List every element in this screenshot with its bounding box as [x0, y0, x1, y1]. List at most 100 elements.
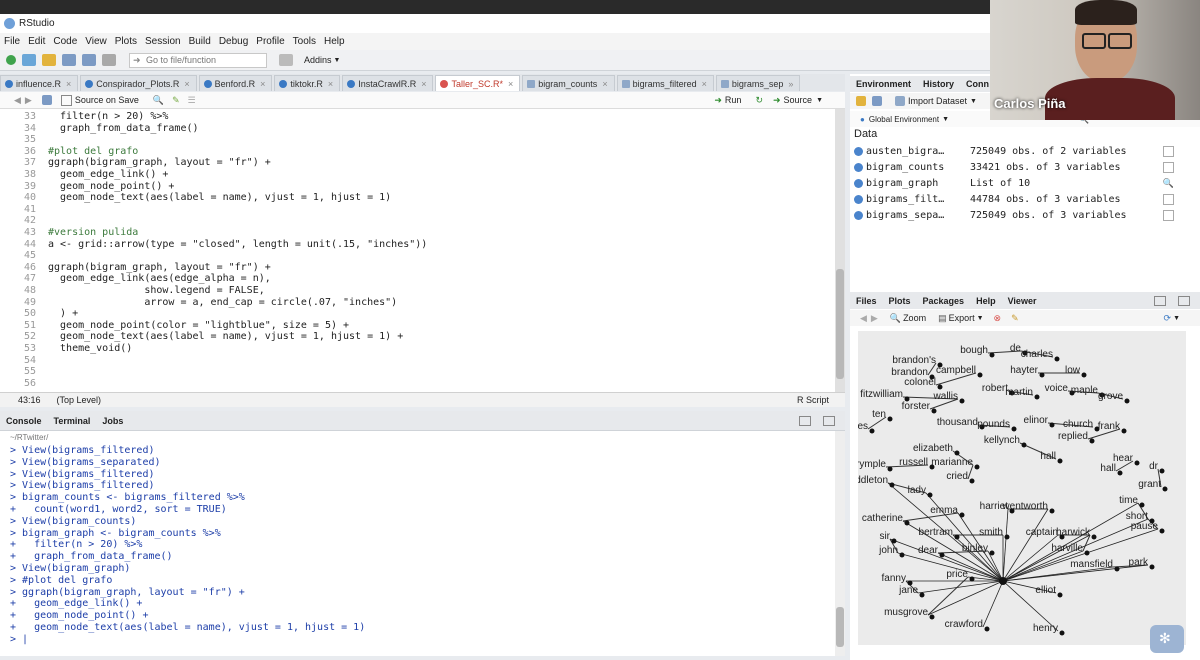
file-type-selector[interactable]: R Script — [797, 395, 829, 405]
menu-code[interactable]: Code — [53, 36, 77, 47]
tab-jobs[interactable]: Jobs — [102, 416, 123, 426]
view-table-icon[interactable] — [1163, 194, 1174, 205]
source-on-save-checkbox[interactable] — [60, 94, 72, 106]
chevron-down-icon[interactable]: ▼ — [816, 97, 823, 104]
view-table-icon[interactable] — [1163, 146, 1174, 157]
maximize-icon[interactable] — [823, 415, 835, 426]
code-editor[interactable]: 33 filter(n > 20) %>% 34 graph_from_data_… — [0, 109, 845, 392]
back-arrow-icon[interactable]: ◀ — [860, 313, 867, 324]
env-row[interactable]: bigram_graph List of 10 🔍 — [854, 176, 1184, 191]
env-row[interactable]: bigram_counts 33421 obs. of 3 variables — [854, 160, 1184, 175]
dataframe-icon[interactable] — [854, 163, 863, 172]
tab-bigrams-filtered[interactable]: bigrams_filtered × — [616, 75, 714, 91]
tab-bigram-counts[interactable]: bigram_counts × — [522, 75, 615, 91]
minimize-icon[interactable] — [799, 415, 811, 426]
env-row[interactable]: austen_bigra… 725049 obs. of 2 variables — [854, 144, 1184, 159]
menu-session[interactable]: Session — [145, 36, 181, 47]
grid-layout-icon[interactable] — [279, 54, 293, 66]
goto-file-input[interactable]: ➜ Go to file/function — [129, 52, 267, 68]
tab-files[interactable]: Files — [856, 296, 877, 306]
print-icon[interactable] — [102, 54, 116, 66]
run-button[interactable]: Run — [725, 95, 742, 105]
scrollbar-thumb[interactable] — [836, 269, 844, 379]
view-table-icon[interactable] — [1163, 162, 1174, 173]
close-icon[interactable]: × — [260, 79, 265, 89]
tab-connections[interactable]: Conn — [966, 79, 989, 89]
menu-view[interactable]: View — [85, 36, 107, 47]
tab-packages[interactable]: Packages — [923, 296, 965, 306]
zoom-button[interactable]: Zoom — [903, 313, 926, 323]
new-project-icon[interactable] — [22, 54, 36, 66]
tab-influence[interactable]: influence.R × — [0, 75, 79, 91]
menu-profile[interactable]: Profile — [256, 36, 284, 47]
maximize-icon[interactable] — [1178, 295, 1190, 306]
tab-benford[interactable]: Benford.R × — [198, 75, 273, 91]
close-icon[interactable]: × — [602, 79, 607, 89]
zoom-app-icon[interactable]: ✻ — [1150, 625, 1184, 653]
tab-plots[interactable]: Plots — [889, 296, 911, 306]
scope-selector[interactable]: (Top Level) — [57, 395, 102, 405]
scrollbar-thumb[interactable] — [836, 607, 844, 647]
plot-viewer[interactable]: brandon's bough de charles brandon campbell co… — [858, 331, 1186, 645]
rerun-icon[interactable]: ↻ — [755, 95, 763, 106]
format-icon[interactable]: ☰ — [188, 95, 196, 106]
tab-bigrams-sep[interactable]: bigrams_sep» — [715, 75, 801, 91]
wand-icon[interactable]: ✎ — [172, 95, 180, 106]
search-icon[interactable]: 🔍 — [153, 95, 164, 106]
env-row[interactable]: bigrams_filt… 44784 obs. of 3 variables — [854, 192, 1184, 207]
list-icon[interactable] — [854, 179, 863, 188]
tab-help[interactable]: Help — [976, 296, 996, 306]
save-icon[interactable] — [62, 54, 76, 66]
tab-terminal[interactable]: Terminal — [54, 416, 91, 426]
menu-plots[interactable]: Plots — [115, 36, 137, 47]
tab-console[interactable]: Console — [6, 416, 42, 426]
view-table-icon[interactable] — [1163, 210, 1174, 221]
close-icon[interactable]: × — [66, 79, 71, 89]
tab-taller-sc[interactable]: Taller_SC.R* × — [435, 75, 521, 91]
tab-viewer[interactable]: Viewer — [1008, 296, 1037, 306]
export-button[interactable]: Export — [949, 313, 975, 323]
more-tabs-icon[interactable]: » — [788, 79, 793, 89]
remove-plot-icon[interactable]: ⊗ — [994, 313, 1002, 324]
menu-debug[interactable]: Debug — [219, 36, 248, 47]
save-all-icon[interactable] — [82, 54, 96, 66]
tab-conspirador[interactable]: Conspirador_Plots.R × — [80, 75, 197, 91]
tab-environment[interactable]: Environment — [856, 79, 911, 89]
tab-history[interactable]: History — [923, 79, 954, 89]
broom-icon[interactable]: ✎ — [1011, 313, 1019, 324]
forward-arrow-icon[interactable]: ▶ — [871, 313, 878, 324]
source-button[interactable]: Source — [784, 95, 813, 105]
dataframe-icon[interactable] — [854, 211, 863, 220]
tab-tiktokr[interactable]: tiktokr.R × — [274, 75, 341, 91]
menu-file[interactable]: File — [4, 36, 20, 47]
close-icon[interactable]: × — [421, 79, 426, 89]
dataframe-icon[interactable] — [854, 147, 863, 156]
new-file-icon[interactable] — [6, 55, 16, 65]
addins-menu[interactable]: Addins — [304, 55, 332, 65]
close-icon[interactable]: × — [184, 79, 189, 89]
close-icon[interactable]: × — [508, 79, 513, 89]
editor-scrollbar[interactable] — [835, 109, 845, 392]
import-dataset-button[interactable]: Import Dataset — [908, 96, 967, 106]
menu-tools[interactable]: Tools — [293, 36, 316, 47]
save-icon[interactable] — [41, 95, 52, 105]
save-icon[interactable] — [872, 96, 882, 106]
search-icon[interactable]: 🔍 — [1163, 179, 1174, 189]
dataframe-icon[interactable] — [854, 195, 863, 204]
load-workspace-icon[interactable] — [856, 96, 866, 106]
tab-instacrawl[interactable]: InstaCrawlR.R × — [342, 75, 434, 91]
open-folder-icon[interactable] — [42, 54, 56, 66]
back-arrow-icon[interactable]: ◀ — [14, 95, 21, 106]
refresh-icon[interactable]: ⟳ — [1164, 313, 1172, 324]
forward-arrow-icon[interactable]: ▶ — [25, 95, 32, 106]
env-row[interactable]: bigrams_sepa… 725049 obs. of 3 variables — [854, 208, 1184, 223]
menu-edit[interactable]: Edit — [28, 36, 45, 47]
close-icon[interactable]: × — [328, 79, 333, 89]
global-environment-dropdown[interactable]: Global Environment — [869, 115, 939, 124]
console-output[interactable]: ~/RTwitter/ > View(bigrams_filtered) > Vi… — [0, 431, 845, 656]
minimize-icon[interactable] — [1154, 295, 1166, 306]
menu-help[interactable]: Help — [324, 36, 345, 47]
console-scrollbar[interactable] — [835, 431, 845, 656]
close-icon[interactable]: × — [702, 79, 707, 89]
menu-build[interactable]: Build — [189, 36, 211, 47]
